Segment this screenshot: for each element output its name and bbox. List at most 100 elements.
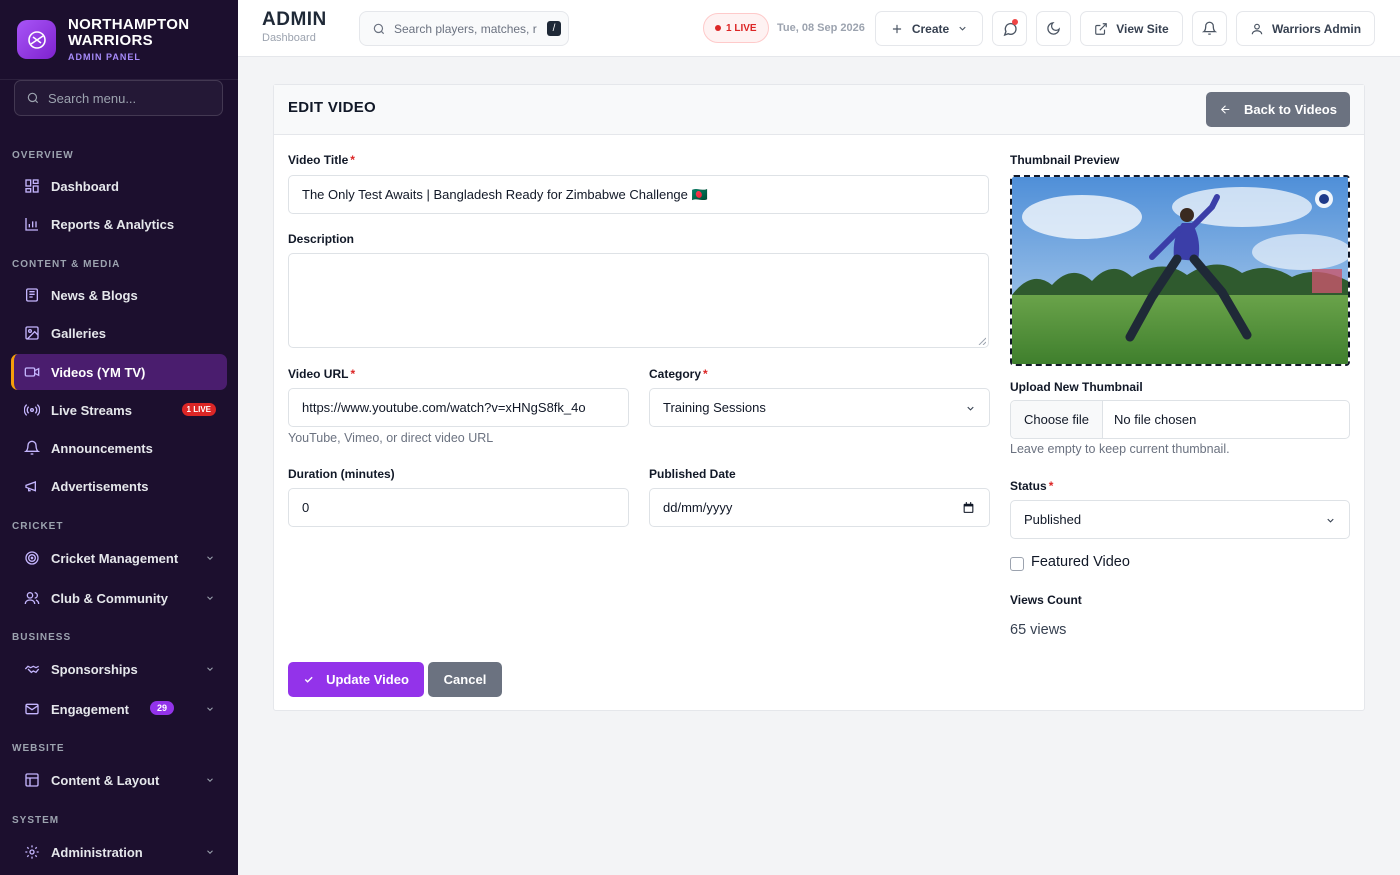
global-search-input[interactable]: Search players, matches, r /	[359, 11, 569, 46]
create-button[interactable]: Create	[875, 11, 983, 46]
file-name-status: No file chosen	[1114, 412, 1197, 427]
sidebar-item-cricket-management[interactable]: Cricket Management	[11, 540, 227, 576]
video-camera-icon	[24, 367, 40, 377]
sidebar-item-live-streams[interactable]: Live Streams 1 LIVE	[11, 392, 227, 428]
sidebar-item-news[interactable]: News & Blogs	[11, 277, 227, 313]
video-url-label: Video URL *	[288, 367, 356, 381]
layout-icon	[25, 773, 39, 787]
video-url-input[interactable]: https://www.youtube.com/watch?v=xHNgS8fk…	[288, 388, 629, 427]
resize-handle-icon[interactable]	[978, 337, 986, 345]
brand-subtitle: ADMIN PANEL	[68, 52, 141, 62]
notifications-button[interactable]	[1192, 11, 1227, 46]
sidebar-item-galleries[interactable]: Galleries	[11, 315, 227, 351]
update-video-button[interactable]: Update Video	[288, 662, 424, 697]
category-select[interactable]: Training Sessions	[649, 388, 990, 427]
sidebar-item-engagement[interactable]: Engagement 29	[11, 691, 227, 727]
status-select[interactable]: Published	[1010, 500, 1350, 539]
sidebar-item-videos[interactable]: Videos (YM TV)	[11, 354, 227, 390]
section-content-media: CONTENT & MEDIA	[12, 259, 121, 270]
sidebar-item-reports[interactable]: Reports & Analytics	[11, 206, 227, 242]
sidebar-search-input[interactable]: Search menu...	[14, 80, 223, 116]
warriors-logo-icon	[17, 20, 56, 59]
sidebar-item-label: Engagement	[51, 701, 130, 717]
user-icon	[1251, 23, 1263, 34]
newspaper-icon	[26, 288, 38, 302]
mail-icon	[25, 703, 39, 715]
video-title-label: Video Title *	[288, 153, 355, 167]
section-website: WEBSITE	[12, 743, 65, 754]
video-url-value: https://www.youtube.com/watch?v=xHNgS8fk…	[302, 400, 586, 415]
sidebar-item-label: Advertisements	[51, 478, 149, 494]
create-label: Create	[911, 21, 950, 36]
check-icon	[304, 676, 313, 683]
section-business: BUSINESS	[12, 632, 72, 643]
sidebar-item-sponsorships[interactable]: Sponsorships	[11, 651, 227, 687]
sidebar-item-label: Videos (YM TV)	[51, 364, 146, 380]
sidebar-item-administration[interactable]: Administration	[11, 834, 227, 870]
search-shortcut-key: /	[547, 21, 561, 36]
sidebar-item-announcements[interactable]: Announcements	[11, 430, 227, 466]
sidebar-search-placeholder: Search menu...	[48, 90, 137, 106]
published-date-input[interactable]: dd/mm/yyyy	[649, 488, 990, 527]
search-icon	[27, 92, 39, 104]
featured-video-checkbox[interactable]	[1010, 557, 1024, 571]
dashboard-grid-icon	[25, 179, 39, 193]
sidebar-item-club-community[interactable]: Club & Community	[11, 580, 227, 616]
sidebar-item-label: Dashboard	[51, 178, 119, 194]
live-badge: 1 LIVE	[181, 403, 216, 416]
messages-button[interactable]	[992, 11, 1027, 46]
published-date-placeholder: dd/mm/yyyy	[663, 500, 733, 515]
description-label: Description	[288, 232, 355, 246]
choose-file-button[interactable]: Choose file	[1011, 401, 1103, 438]
video-title-input[interactable]: The Only Test Awaits | Bangladesh Ready …	[288, 175, 989, 214]
chevron-down-icon	[1327, 518, 1334, 523]
page-title: ADMIN	[262, 9, 327, 30]
featured-video-label[interactable]: Featured Video	[1031, 554, 1130, 570]
sidebar-item-label: News & Blogs	[51, 287, 138, 303]
live-status-badge[interactable]: 1 LIVE	[703, 13, 769, 43]
thumbnail-preview-label: Thumbnail Preview	[1010, 153, 1120, 167]
current-date: Tue, 08 Sep 2026	[777, 22, 865, 34]
users-icon	[24, 592, 40, 605]
view-site-button[interactable]: View Site	[1080, 11, 1183, 46]
live-status-label: 1 LIVE	[726, 22, 757, 34]
sidebar-item-content-layout[interactable]: Content & Layout	[11, 762, 227, 798]
video-url-help: YouTube, Vimeo, or direct video URL	[288, 431, 494, 445]
duration-value: 0	[302, 500, 310, 515]
chevron-down-icon	[207, 556, 213, 560]
video-title-value: The Only Test Awaits | Bangladesh Ready …	[302, 186, 708, 202]
bell-icon	[24, 440, 40, 455]
brand[interactable]: NORTHAMPTON WARRIORS ADMIN PANEL	[0, 0, 238, 80]
plus-icon	[892, 24, 901, 33]
sidebar-item-label: Reports & Analytics	[51, 216, 175, 232]
breadcrumb: Dashboard	[262, 32, 316, 44]
notification-dot	[1012, 19, 1018, 25]
sidebar-item-label: Club & Community	[51, 590, 168, 606]
duration-input[interactable]: 0	[288, 488, 629, 527]
status-value: Published	[1024, 512, 1082, 527]
section-cricket: CRICKET	[12, 521, 64, 532]
image-icon	[25, 326, 39, 340]
views-count-label: Views Count	[1010, 593, 1082, 607]
broadcast-icon	[24, 404, 40, 416]
dark-mode-toggle[interactable]	[1036, 11, 1071, 46]
section-overview: OVERVIEW	[12, 150, 74, 161]
back-label: Back to Videos	[1244, 102, 1337, 117]
brand-name-line2: WARRIORS	[68, 32, 153, 49]
sidebar-item-dashboard[interactable]: Dashboard	[11, 168, 227, 204]
user-menu-button[interactable]: Warriors Admin	[1236, 11, 1375, 46]
bar-chart-icon	[25, 218, 38, 231]
calendar-icon[interactable]	[962, 501, 975, 514]
thumbnail-preview-image	[1010, 175, 1350, 366]
chevron-down-icon	[207, 707, 213, 711]
sidebar-item-label: Galleries	[51, 325, 106, 341]
description-textarea[interactable]	[288, 253, 989, 348]
upload-help: Leave empty to keep current thumbnail.	[1010, 442, 1230, 456]
thumbnail-file-input[interactable]: Choose file No file chosen	[1010, 400, 1350, 439]
sidebar-item-advertisements[interactable]: Advertisements	[11, 468, 227, 504]
chevron-down-icon	[967, 406, 974, 411]
back-to-videos-button[interactable]: Back to Videos	[1206, 92, 1350, 127]
cancel-button[interactable]: Cancel	[428, 662, 502, 697]
category-value: Training Sessions	[663, 400, 766, 415]
sidebar-item-label: Content & Layout	[51, 772, 160, 788]
